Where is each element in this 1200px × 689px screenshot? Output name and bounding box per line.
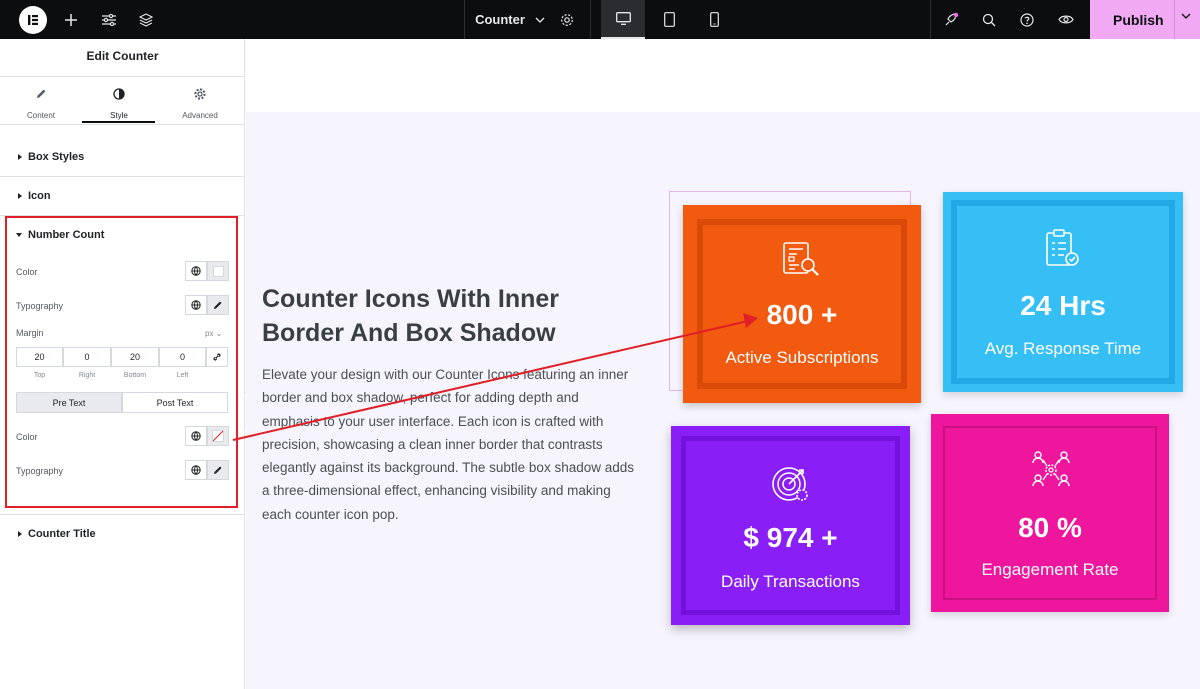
annotation-arrow: [232, 313, 758, 441]
